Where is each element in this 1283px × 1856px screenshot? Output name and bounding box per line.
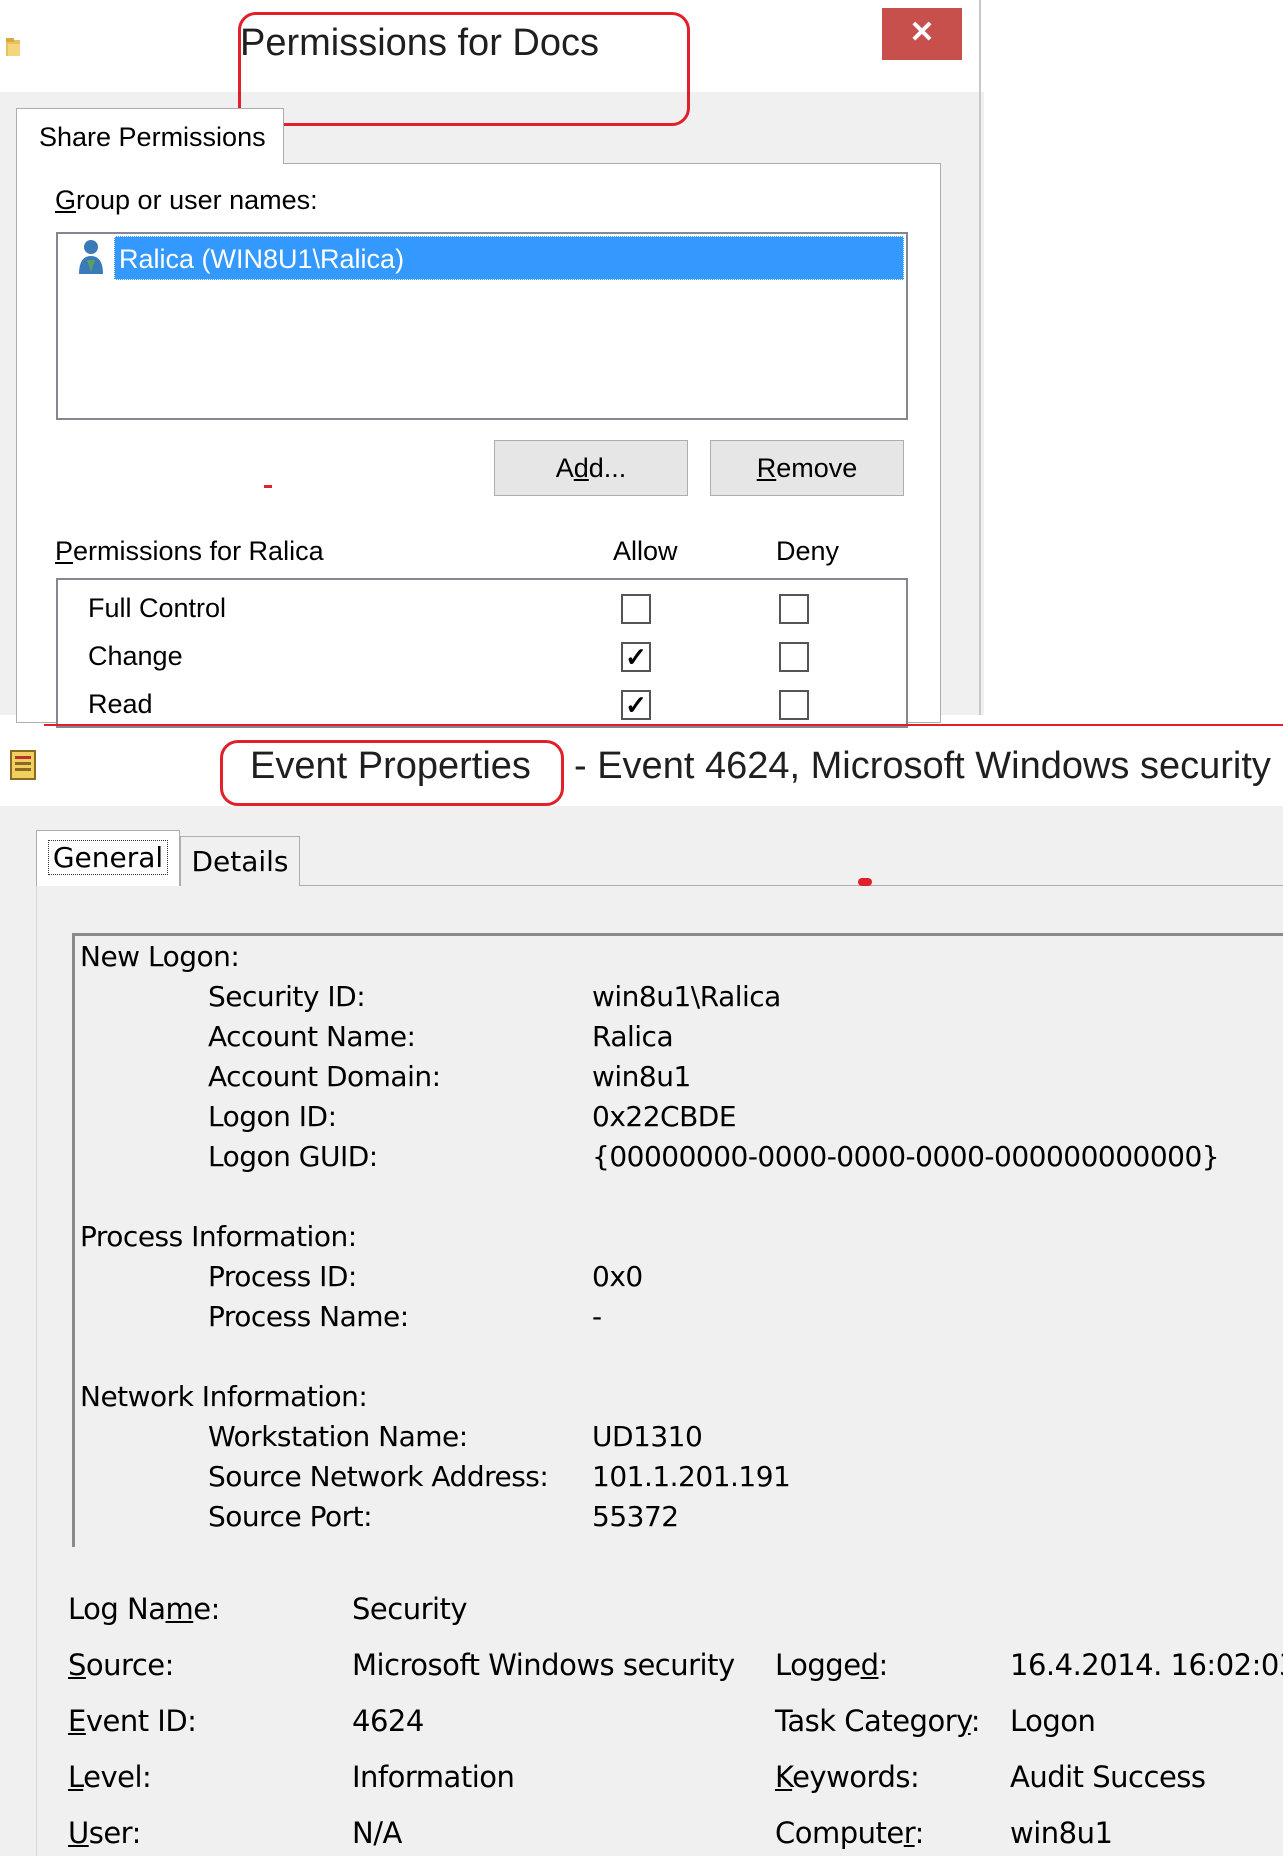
- dialog-border: [979, 0, 981, 715]
- field-label: Source Port:: [208, 1500, 373, 1533]
- event-id-label: Event ID:: [68, 1704, 197, 1738]
- field-label: Process Name:: [208, 1300, 409, 1333]
- deny-checkbox-read[interactable]: [779, 690, 809, 720]
- field-value: 0x22CBDE: [592, 1100, 737, 1133]
- task-category-value: Logon: [1010, 1704, 1096, 1738]
- dialog-title: Permissions for Docs: [240, 22, 599, 64]
- field-value: {00000000-0000-0000-0000-000000000000}: [592, 1140, 1220, 1173]
- allow-checkbox-full-control[interactable]: [621, 594, 651, 624]
- allow-checkbox-change[interactable]: ✓: [621, 642, 651, 672]
- field-label: Account Domain:: [208, 1060, 441, 1093]
- close-button[interactable]: ✕: [882, 8, 962, 60]
- field-value: 101.1.201.191: [592, 1460, 791, 1493]
- event-id-value: 4624: [352, 1704, 424, 1738]
- field-value: 0x0: [592, 1260, 643, 1293]
- deny-checkbox-full-control[interactable]: [779, 594, 809, 624]
- task-category-label: Task Category:: [775, 1704, 980, 1738]
- field-label: Source Network Address:: [208, 1460, 549, 1493]
- keywords-label: Keywords:: [775, 1760, 920, 1794]
- field-value: win8u1\Ralica: [592, 980, 781, 1013]
- annotation-mark: [858, 878, 872, 886]
- permissions-for-label: Permissions for Ralica: [55, 536, 324, 566]
- logged-label: Logged:: [775, 1648, 888, 1682]
- event-dialog-subtitle: - Event 4624, Microsoft Windows security: [574, 745, 1271, 787]
- allow-checkbox-read[interactable]: ✓: [621, 690, 651, 720]
- source-value: Microsoft Windows security: [352, 1648, 735, 1682]
- level-value: Information: [352, 1760, 515, 1794]
- tab-share-permissions[interactable]: Share Permissions: [16, 108, 284, 164]
- group-or-user-label: Group or user names:: [55, 185, 318, 215]
- field-label: Logon GUID:: [208, 1140, 378, 1173]
- field-value: Ralica: [592, 1020, 674, 1053]
- computer-label: Computer:: [775, 1816, 924, 1850]
- user-label: User:: [68, 1816, 141, 1850]
- field-value: win8u1: [592, 1060, 691, 1093]
- field-value: UD1310: [592, 1420, 703, 1453]
- section-heading: Network Information:: [80, 1380, 368, 1413]
- section-heading: New Logon:: [80, 940, 240, 973]
- event-viewer-icon: [10, 750, 36, 780]
- field-label: Process ID:: [208, 1260, 357, 1293]
- tab-details[interactable]: Details: [180, 836, 300, 886]
- permission-name: Read: [88, 689, 153, 719]
- allow-column-header: Allow: [613, 536, 678, 566]
- user-value: N/A: [352, 1816, 402, 1850]
- field-value: -: [592, 1300, 602, 1333]
- field-label: Logon ID:: [208, 1100, 337, 1133]
- permission-name: Full Control: [88, 593, 227, 623]
- permission-name: Change: [88, 641, 183, 671]
- list-item-user[interactable]: Ralica (WIN8U1\Ralica): [114, 236, 904, 280]
- section-heading: Process Information:: [80, 1220, 357, 1253]
- annotation-divider-line: [44, 724, 1283, 726]
- annotation-mark: [264, 485, 272, 488]
- field-label: Account Name:: [208, 1020, 416, 1053]
- logged-value: 16.4.2014. 16:02:03: [1010, 1648, 1283, 1682]
- source-label: Source:: [68, 1648, 174, 1682]
- field-label: Security ID:: [208, 980, 366, 1013]
- log-name-value: Security: [352, 1592, 468, 1626]
- tab-general[interactable]: General: [36, 830, 180, 886]
- tab-general-label: General: [47, 840, 169, 875]
- remove-button[interactable]: Remove: [710, 440, 904, 496]
- field-value: 55372: [592, 1500, 679, 1533]
- event-dialog-title: Event Properties: [250, 745, 531, 787]
- log-name-label: Log Name:: [68, 1592, 220, 1626]
- add-button[interactable]: Add...: [494, 440, 688, 496]
- keywords-value: Audit Success: [1010, 1760, 1206, 1794]
- computer-value: win8u1: [1010, 1816, 1113, 1850]
- level-label: Level:: [68, 1760, 152, 1794]
- deny-column-header: Deny: [776, 536, 840, 566]
- folder-icon: [6, 38, 20, 56]
- user-icon: [79, 240, 103, 274]
- field-label: Workstation Name:: [208, 1420, 468, 1453]
- deny-checkbox-change[interactable]: [779, 642, 809, 672]
